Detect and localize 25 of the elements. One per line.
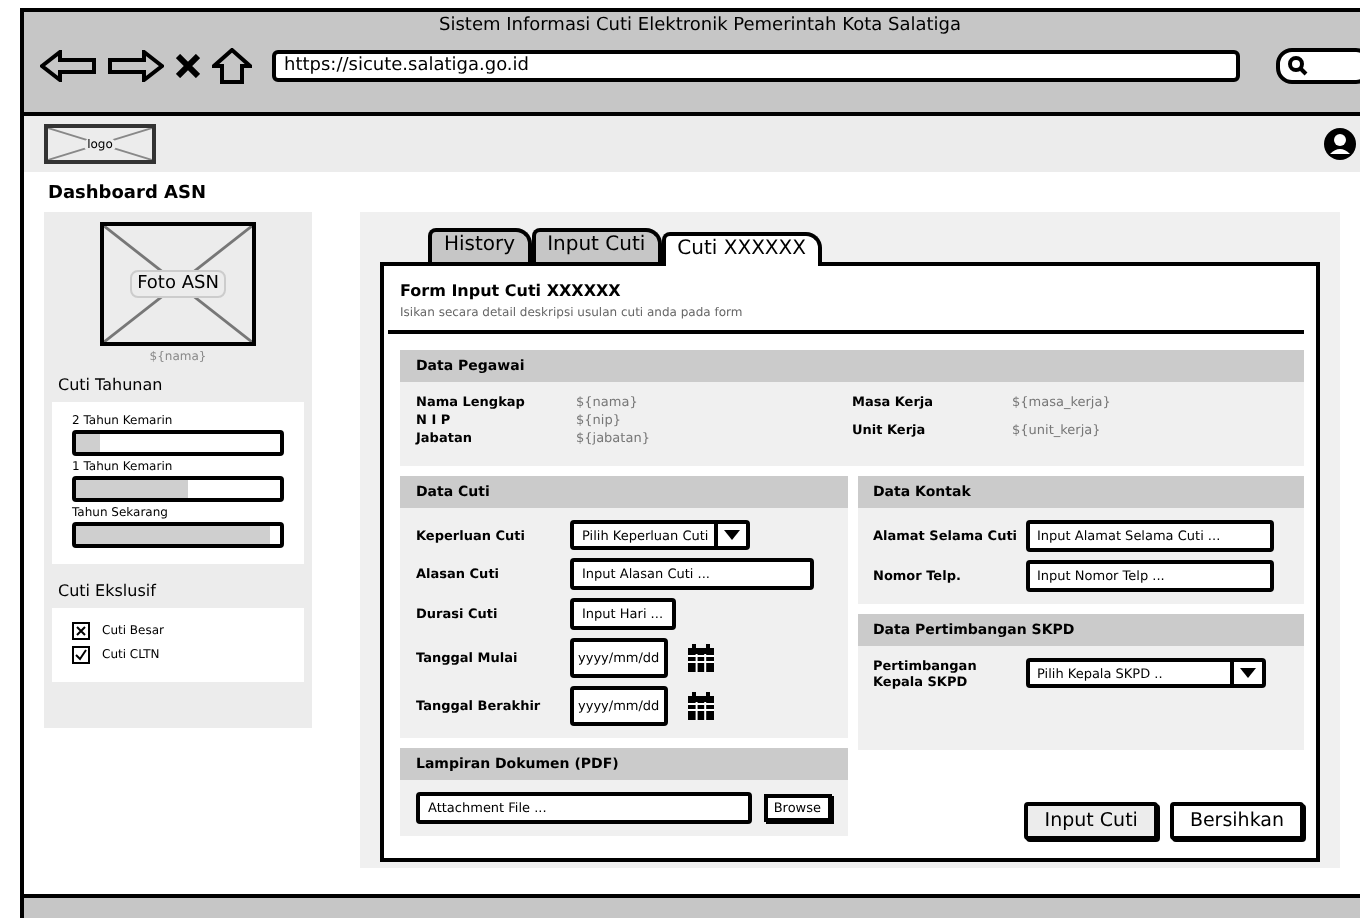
- window-title: Sistem Informasi Cuti Elektronik Pemerintah Kota Salatiga: [437, 14, 963, 36]
- forward-icon[interactable]: [108, 50, 164, 82]
- clear-button[interactable]: Bersihkan: [1169, 802, 1304, 840]
- tab[interactable]: Cuti XXXXXX: [661, 232, 822, 266]
- search-icon: [1288, 56, 1308, 76]
- user-icon[interactable]: [1324, 128, 1356, 160]
- back-icon[interactable]: [40, 50, 96, 82]
- form-title: Form Input Cuti XXXXXX: [400, 282, 623, 300]
- close-icon[interactable]: [176, 54, 200, 78]
- photo-label: Foto ASN: [129, 270, 227, 298]
- calendar-icon[interactable]: [687, 692, 714, 720]
- home-icon[interactable]: [212, 48, 252, 84]
- cross-checkbox[interactable]: [72, 622, 90, 640]
- tab[interactable]: History: [428, 228, 532, 262]
- section-heading: Cuti Tahunan: [58, 376, 165, 394]
- tab[interactable]: Input Cuti: [531, 228, 662, 262]
- section-heading: Cuti Ekslusif: [58, 582, 159, 600]
- calendar-icon[interactable]: [687, 644, 714, 672]
- checked-checkbox[interactable]: [72, 646, 90, 664]
- submit-button[interactable]: Input Cuti: [1024, 802, 1158, 840]
- page-title: Dashboard ASN: [46, 182, 209, 208]
- caret-icon: [1239, 668, 1255, 678]
- caret-icon: [724, 530, 741, 540]
- url-field[interactable]: https://sicute.salatiga.go.id: [272, 50, 1240, 82]
- search-field[interactable]: [1276, 48, 1360, 84]
